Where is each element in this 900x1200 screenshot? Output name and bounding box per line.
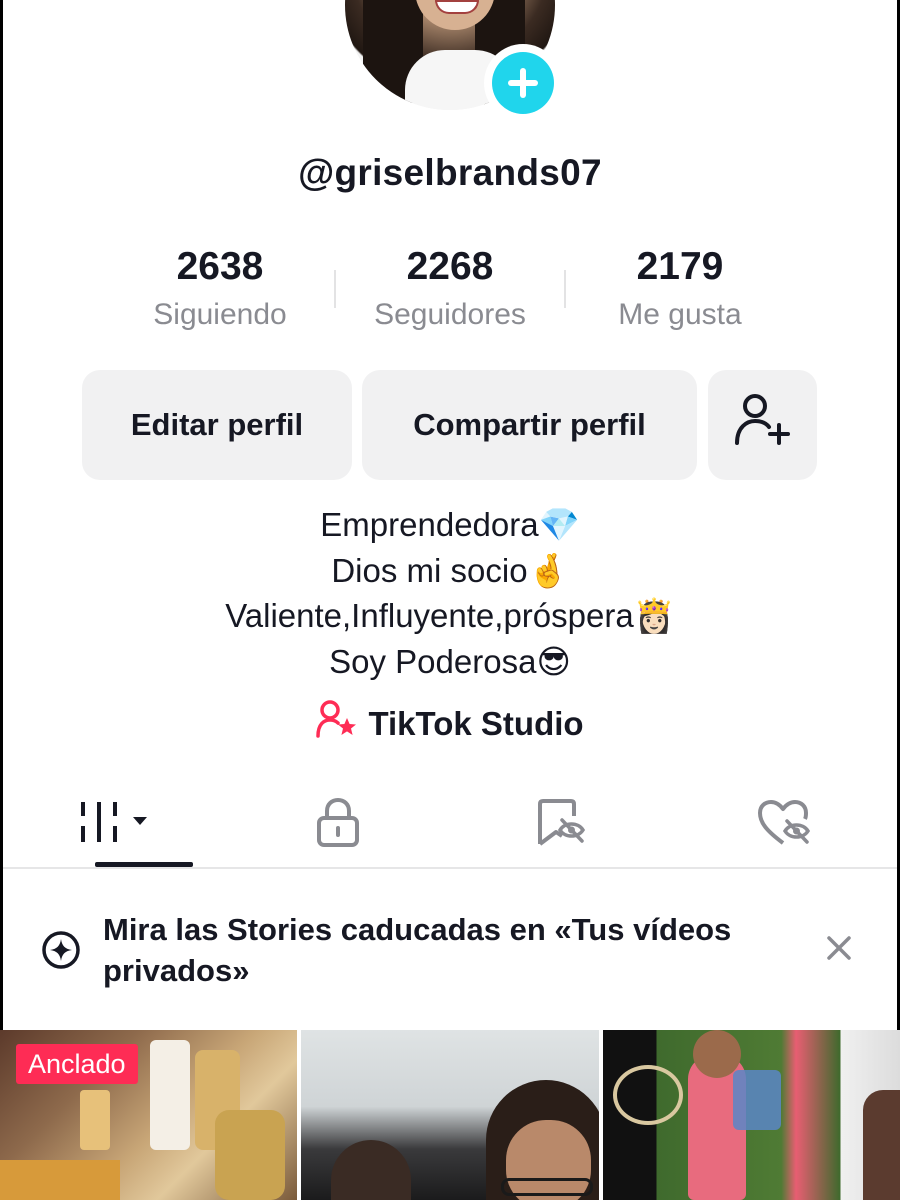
thumb-bottle [150, 1040, 190, 1150]
grid-columns-icon [79, 800, 151, 851]
avatar-add-button[interactable] [484, 44, 562, 122]
tab-liked[interactable] [674, 780, 898, 870]
stat-following[interactable]: 2638 Siguiendo [105, 242, 335, 342]
video-thumbnail[interactable]: Anclado [0, 1030, 298, 1200]
username: @griselbrands07 [298, 152, 602, 193]
video-grid: Anclado [0, 1030, 900, 1200]
video-thumbnail[interactable] [301, 1030, 599, 1200]
stat-following-value: 2638 [176, 245, 264, 288]
heart-hidden-icon [757, 799, 813, 852]
thumb-logo [612, 1065, 683, 1125]
expired-stories-banner[interactable]: Mira las Stories caducadas en «Tus vídeo… [3, 872, 897, 1030]
stat-followers-label: Seguidores [374, 298, 526, 331]
bookmark-hidden-icon [536, 798, 588, 853]
person-star-icon [316, 700, 358, 748]
bio-line: Soy Poderosa😎 [329, 642, 571, 680]
edit-profile-button[interactable]: Editar perfil [82, 370, 352, 480]
thumb-jar [80, 1090, 110, 1150]
tab-favorites[interactable] [450, 780, 674, 870]
banner-text: Mira las Stories caducadas en «Tus vídeo… [103, 912, 732, 988]
thumb-person [862, 1090, 900, 1200]
bio-line: Dios mi socio🤞 [331, 551, 569, 589]
thumb-glasses [501, 1178, 594, 1196]
stat-likes-value: 2179 [636, 245, 724, 288]
tab-videos[interactable] [3, 780, 227, 870]
thumb-box [0, 1160, 120, 1200]
thumb-person [331, 1140, 412, 1200]
stat-likes-label: Me gusta [618, 298, 742, 331]
bio-line: Valiente,Influyente,próspera👸🏻 [225, 597, 675, 634]
thumb-face [692, 1030, 741, 1078]
pinned-badge: Anclado [16, 1044, 138, 1084]
tabs-divider [3, 867, 897, 869]
stat-divider [334, 270, 336, 308]
lock-icon [316, 797, 360, 853]
thumb-bag [732, 1070, 781, 1130]
plus-icon [492, 52, 554, 114]
video-thumbnail[interactable] [602, 1030, 900, 1200]
stat-following-label: Siguiendo [153, 298, 287, 331]
tiktok-studio-link[interactable]: TikTok Studio [0, 700, 900, 748]
tab-private[interactable] [227, 780, 451, 870]
thumb-perfume [215, 1110, 285, 1200]
story-sparkle-icon [41, 930, 81, 975]
share-profile-button[interactable]: Compartir perfil [362, 370, 697, 480]
bio-line: Emprendedora💎 [320, 506, 580, 543]
add-friend-button[interactable] [708, 370, 817, 480]
stat-divider [564, 270, 566, 308]
person-add-icon [733, 393, 793, 457]
tiktok-studio-label: TikTok Studio [368, 705, 584, 742]
stat-likes[interactable]: 2179 Me gusta [565, 242, 795, 342]
profile-bio: Emprendedora💎 Dios mi socio🤞 Valiente,In… [0, 502, 900, 684]
profile-stats: 2638 Siguiendo 2268 Seguidores 2179 Me g… [105, 242, 795, 342]
close-icon[interactable] [823, 932, 855, 969]
stat-followers-value: 2268 [406, 245, 494, 288]
stat-followers[interactable]: 2268 Seguidores [335, 242, 565, 342]
profile-tabs [3, 780, 897, 870]
